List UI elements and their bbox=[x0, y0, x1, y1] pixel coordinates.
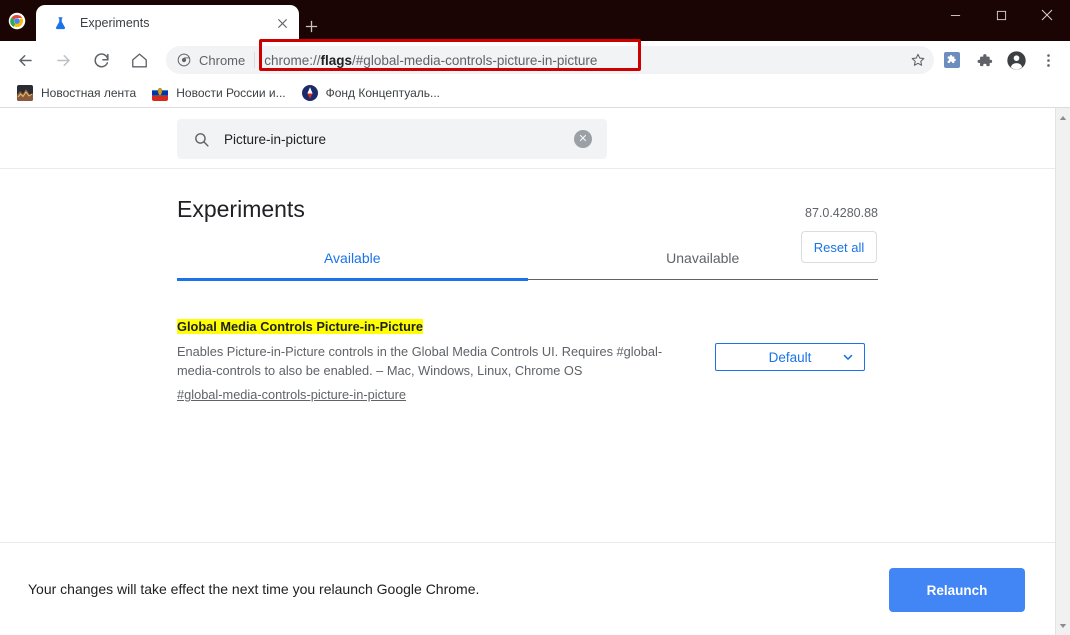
chrome-logo-icon bbox=[8, 12, 26, 30]
puzzle-icon[interactable] bbox=[970, 46, 998, 74]
scroll-down-icon[interactable] bbox=[1056, 618, 1070, 633]
bookmark-label: Фонд Концептуаль... bbox=[325, 86, 441, 100]
omnibox-url: chrome://flags/#global-media-controls-pi… bbox=[264, 53, 597, 68]
window-titlebar: Experiments bbox=[0, 0, 1070, 41]
url-host: flags bbox=[320, 52, 353, 68]
bookmark-item[interactable]: Новостная лента bbox=[10, 82, 143, 104]
chrome-circle-icon bbox=[176, 52, 192, 68]
omnibox-separator bbox=[254, 52, 256, 68]
relaunch-button[interactable]: Relaunch bbox=[889, 568, 1025, 612]
minimize-icon[interactable] bbox=[932, 0, 978, 30]
reload-icon[interactable] bbox=[86, 45, 116, 75]
search-input[interactable]: Picture-in-picture ✕ bbox=[177, 119, 607, 159]
new-tab-button[interactable] bbox=[297, 12, 325, 40]
three-dot-menu-icon[interactable] bbox=[1034, 46, 1062, 74]
relaunch-bar: Your changes will take effect the next t… bbox=[0, 542, 1055, 635]
browser-toolbar: Chrome chrome://flags/#global-media-cont… bbox=[0, 39, 1070, 79]
flags-tabs: Available Unavailable bbox=[177, 250, 879, 281]
search-icon bbox=[192, 130, 210, 148]
bookmark-label: Новостная лента bbox=[41, 86, 137, 100]
home-icon[interactable] bbox=[124, 45, 154, 75]
flag-entry: Global Media Controls Picture-in-Picture… bbox=[177, 318, 878, 404]
extension-blue-icon[interactable] bbox=[938, 46, 966, 74]
flags-title-row: Experiments 87.0.4280.88 bbox=[177, 169, 878, 223]
search-input-value: Picture-in-picture bbox=[224, 131, 327, 147]
omnibox-chip: Chrome bbox=[166, 52, 245, 68]
flags-body: Experiments 87.0.4280.88 Available Unava… bbox=[0, 169, 1055, 404]
browser-tab[interactable]: Experiments bbox=[36, 5, 299, 41]
tab-unavailable[interactable]: Unavailable bbox=[528, 250, 879, 279]
close-icon[interactable] bbox=[270, 11, 294, 35]
window-controls bbox=[932, 0, 1070, 30]
chevron-down-icon bbox=[841, 350, 855, 364]
flask-icon bbox=[52, 15, 68, 31]
flag-info: Global Media Controls Picture-in-Picture… bbox=[177, 318, 697, 404]
bookmark-label: Новости России и... bbox=[176, 86, 286, 100]
fund-favicon bbox=[301, 85, 318, 101]
maximize-icon[interactable] bbox=[978, 0, 1024, 30]
version-label: 87.0.4280.88 bbox=[805, 206, 878, 220]
tab-available[interactable]: Available bbox=[177, 250, 528, 281]
address-bar[interactable]: Chrome chrome://flags/#global-media-cont… bbox=[166, 39, 934, 74]
tab-title: Experiments bbox=[80, 16, 150, 30]
news-feed-favicon bbox=[17, 85, 33, 101]
flags-search-bar: Picture-in-picture ✕ bbox=[0, 108, 1055, 169]
close-icon[interactable] bbox=[1024, 0, 1070, 30]
flags-page: Picture-in-picture ✕ Reset all Experimen… bbox=[0, 108, 1055, 635]
russia-flag-favicon bbox=[152, 85, 169, 101]
flag-permalink[interactable]: #global-media-controls-picture-in-pictur… bbox=[177, 387, 406, 402]
page-content: Picture-in-picture ✕ Reset all Experimen… bbox=[0, 107, 1070, 635]
vertical-scrollbar[interactable] bbox=[1055, 108, 1070, 635]
scroll-up-icon[interactable] bbox=[1056, 110, 1070, 125]
bookmarks-bar: Новостная лента Новости России и... Фонд… bbox=[0, 79, 1070, 107]
omnibox-url-wrapper[interactable]: chrome://flags/#global-media-controls-pi… bbox=[259, 39, 904, 74]
clear-icon[interactable]: ✕ bbox=[574, 130, 592, 148]
bookmark-item[interactable]: Фонд Концептуаль... bbox=[295, 82, 447, 104]
relaunch-message: Your changes will take effect the next t… bbox=[28, 581, 480, 597]
flag-state-select[interactable]: Default bbox=[715, 343, 865, 371]
back-arrow-icon[interactable] bbox=[10, 45, 40, 75]
flag-name-row: Global Media Controls Picture-in-Picture bbox=[177, 318, 697, 337]
url-suffix: /#global-media-controls-picture-in-pictu… bbox=[352, 52, 598, 68]
omnibox-chip-label: Chrome bbox=[199, 52, 246, 68]
forward-arrow-icon[interactable] bbox=[48, 45, 78, 75]
flag-description: Enables Picture-in-Picture controls in t… bbox=[177, 343, 663, 379]
flag-state-value: Default bbox=[768, 349, 812, 365]
flag-name: Global Media Controls Picture-in-Picture bbox=[177, 319, 424, 334]
bookmark-item[interactable]: Новости России и... bbox=[145, 82, 292, 104]
star-icon[interactable] bbox=[904, 46, 932, 74]
flag-select-wrapper: Default bbox=[715, 318, 865, 404]
page-title: Experiments bbox=[177, 196, 305, 222]
url-prefix: chrome:// bbox=[264, 52, 321, 68]
profile-avatar-icon[interactable] bbox=[1002, 46, 1030, 74]
